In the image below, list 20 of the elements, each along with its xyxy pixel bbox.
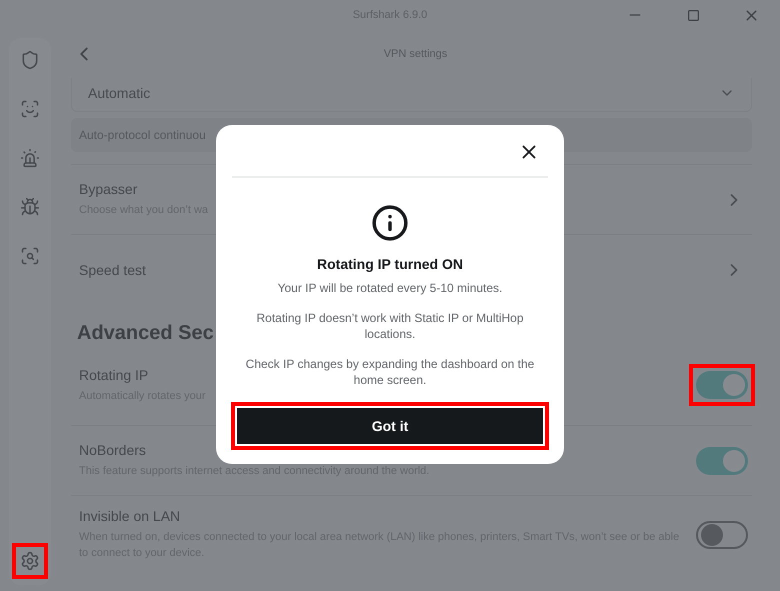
dialog-title: Rotating IP turned ON [317, 256, 463, 272]
dialog-text: Check IP changes by expanding the dashboard on the home screen. [244, 356, 536, 388]
toggle-switch[interactable] [696, 520, 748, 548]
setting-title: NoBorders [79, 442, 147, 458]
face-scan-icon[interactable] [19, 98, 41, 120]
setting-title: Bypasser [79, 181, 138, 197]
setting-title: Rotating IP [79, 366, 150, 382]
bug-icon[interactable] [19, 196, 41, 218]
setting-title: Speed test [79, 262, 146, 278]
siren-icon[interactable] [19, 147, 41, 169]
magnifier-icon[interactable] [19, 245, 41, 267]
settings-icon[interactable] [19, 550, 41, 572]
section-heading: Advanced Sec [76, 321, 215, 346]
dialog-text: Rotating IP doesn’t work with Static IP or MultiHop locations. [255, 310, 524, 342]
info-icon [371, 204, 409, 242]
toggle-switch[interactable] [696, 371, 748, 399]
dialog-text: Your IP will be rotated every 5-10 minutes. [276, 280, 504, 296]
got-it-button[interactable]: Got it [237, 408, 543, 444]
setting-title: Invisible on LAN [79, 508, 182, 524]
toggle-switch[interactable] [696, 446, 748, 474]
